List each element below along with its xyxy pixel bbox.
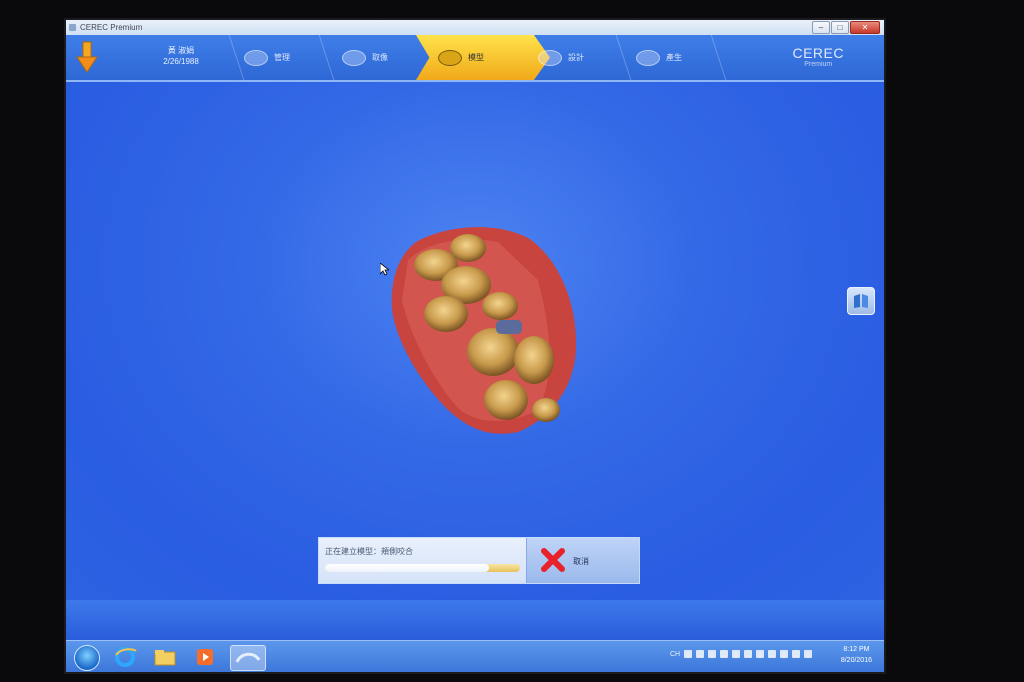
tray-icon[interactable] <box>756 650 765 658</box>
clock-time: 8:12 PM <box>843 646 870 653</box>
tray-icon[interactable] <box>696 650 705 658</box>
phase-toolbar: 黃 淑娟 2/26/1988 管理 取像 模型 設計 產生 CEREC Prem… <box>66 35 884 82</box>
tray-icon[interactable] <box>684 650 693 658</box>
cancel-label: 取消 <box>573 557 589 566</box>
tray-icon[interactable] <box>720 650 729 658</box>
file-explorer-icon[interactable] <box>152 645 178 669</box>
tray-icon[interactable] <box>732 650 741 658</box>
back-arrow-icon[interactable] <box>76 41 98 73</box>
maximize-button[interactable]: □ <box>831 21 849 34</box>
step-label: 產生 <box>666 53 682 62</box>
tray-icon[interactable] <box>744 650 753 658</box>
dental-model-3d[interactable] <box>388 220 588 436</box>
clock[interactable]: 8:12 PM 8/20/2016 <box>841 644 872 666</box>
tray-icon[interactable] <box>768 650 777 658</box>
step-label: 取像 <box>372 53 388 62</box>
language-indicator[interactable]: CH <box>670 651 680 658</box>
design-icon <box>538 49 562 66</box>
media-player-icon[interactable] <box>192 645 218 669</box>
administration-icon <box>244 49 268 66</box>
start-button[interactable] <box>74 645 100 671</box>
cancel-button[interactable]: 取消 <box>527 538 639 583</box>
tray-icon[interactable] <box>708 650 717 658</box>
system-tray: CH <box>670 650 813 658</box>
help-book-icon[interactable] <box>847 287 875 315</box>
bottom-band <box>66 600 884 640</box>
cerec-logo: CEREC Premium <box>792 45 844 68</box>
cancel-x-icon <box>541 548 565 572</box>
title-bar: CEREC Premium – □ ✕ <box>66 20 884 35</box>
mouse-cursor-icon <box>380 263 389 276</box>
volume-icon[interactable] <box>792 650 801 658</box>
brand-name: CEREC <box>792 45 844 61</box>
network-icon[interactable] <box>780 650 789 658</box>
window-title: CEREC Premium <box>80 23 143 32</box>
brand-edition: Premium <box>804 61 833 68</box>
window-controls: – □ ✕ <box>812 21 880 34</box>
progress-bar-fill <box>325 564 489 572</box>
cerec-taskbar-app[interactable] <box>230 645 266 671</box>
clock-date: 8/20/2016 <box>840 657 872 664</box>
step-acquisition[interactable]: 取像 <box>332 35 422 80</box>
step-label: 設計 <box>568 53 584 62</box>
minimize-button[interactable]: – <box>812 21 830 34</box>
progress-panel: 正在建立模型：頰側咬合 <box>319 538 526 583</box>
internet-explorer-icon[interactable] <box>112 645 138 669</box>
manufacture-icon <box>636 49 660 66</box>
acquisition-icon <box>342 49 366 66</box>
flag-icon[interactable] <box>804 650 813 658</box>
patient-info[interactable]: 黃 淑娟 2/26/1988 <box>136 45 226 67</box>
close-button[interactable]: ✕ <box>850 21 880 34</box>
model-icon <box>438 49 462 66</box>
step-label: 模型 <box>468 53 484 62</box>
progress-dialog: 正在建立模型：頰側咬合 取消 <box>318 537 640 584</box>
taskbar: CH 8:12 PM 8/20/2016 <box>66 640 884 672</box>
app-icon <box>69 24 76 31</box>
patient-dob: 2/26/1988 <box>163 57 199 66</box>
progress-bar <box>325 564 520 572</box>
step-label: 管理 <box>274 53 290 62</box>
cerec-window: CEREC Premium – □ ✕ 黃 淑娟 2/26/1988 管理 取像… <box>66 20 884 672</box>
progress-message: 正在建立模型：頰側咬合 <box>325 547 413 556</box>
patient-name: 黃 淑娟 <box>167 46 195 55</box>
step-design[interactable]: 設計 <box>528 35 618 80</box>
